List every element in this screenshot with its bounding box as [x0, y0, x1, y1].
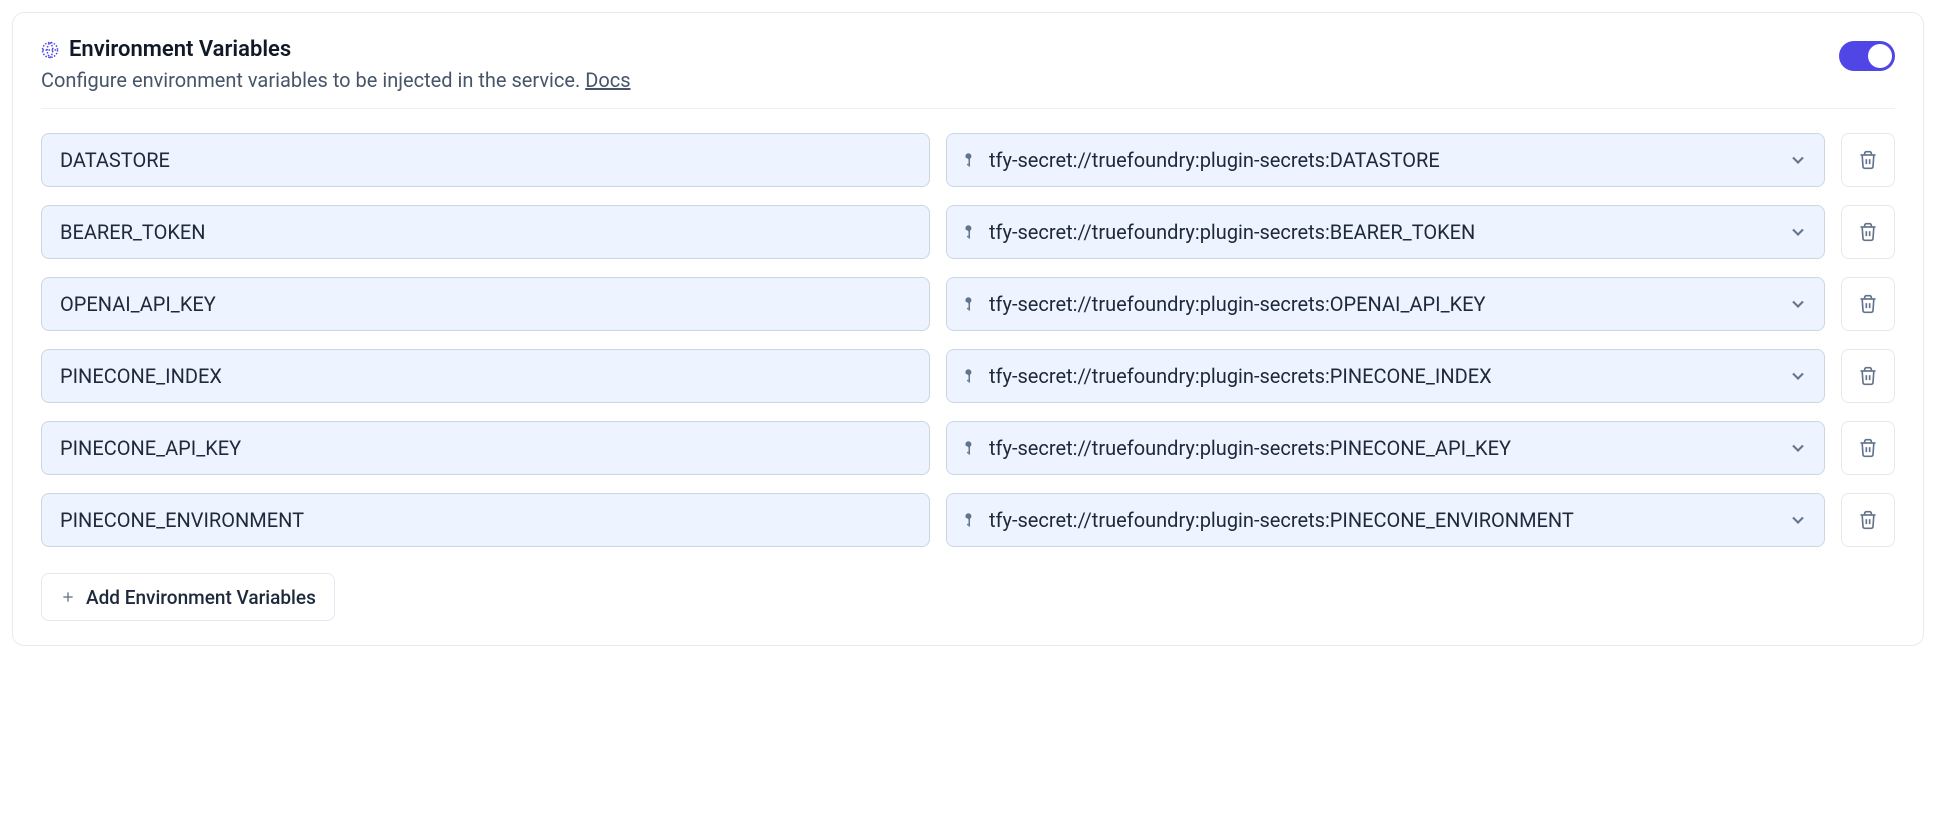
chevron-down-icon [1788, 366, 1808, 386]
env-row: tfy-secret://truefoundry:plugin-secrets:… [41, 349, 1895, 403]
subtitle-text: Configure environment variables to be in… [41, 68, 585, 92]
env-value-text: tfy-secret://truefoundry:plugin-secrets:… [989, 508, 1774, 532]
env-value-select[interactable]: tfy-secret://truefoundry:plugin-secrets:… [946, 205, 1825, 259]
env-value-select[interactable]: tfy-secret://truefoundry:plugin-secrets:… [946, 421, 1825, 475]
delete-row-button[interactable] [1841, 421, 1895, 475]
key-icon [961, 439, 979, 457]
env-value-text: tfy-secret://truefoundry:plugin-secrets:… [989, 148, 1774, 172]
dropdown-button[interactable] [1784, 146, 1812, 174]
chevron-down-icon [1788, 510, 1808, 530]
delete-row-button[interactable] [1841, 349, 1895, 403]
trash-icon [1858, 294, 1878, 314]
env-value-text: tfy-secret://truefoundry:plugin-secrets:… [989, 292, 1774, 316]
dropdown-button[interactable] [1784, 506, 1812, 534]
delete-row-button[interactable] [1841, 277, 1895, 331]
key-icon [961, 151, 979, 169]
key-icon [961, 511, 979, 529]
env-name-input[interactable] [41, 277, 930, 331]
trash-icon [1858, 366, 1878, 386]
env-value-select[interactable]: tfy-secret://truefoundry:plugin-secrets:… [946, 349, 1825, 403]
env-row: tfy-secret://truefoundry:plugin-secrets:… [41, 133, 1895, 187]
plus-icon [60, 589, 76, 605]
env-value-select[interactable]: tfy-secret://truefoundry:plugin-secrets:… [946, 133, 1825, 187]
docs-link[interactable]: Docs [585, 68, 630, 92]
env-name-input[interactable] [41, 493, 930, 547]
dropdown-button[interactable] [1784, 218, 1812, 246]
chevron-down-icon [1788, 150, 1808, 170]
env-name-input[interactable] [41, 205, 930, 259]
section-title: Environment Variables [69, 37, 291, 62]
add-button-label: Add Environment Variables [86, 586, 316, 609]
env-value-text: tfy-secret://truefoundry:plugin-secrets:… [989, 220, 1774, 244]
delete-row-button[interactable] [1841, 133, 1895, 187]
env-value-text: tfy-secret://truefoundry:plugin-secrets:… [989, 364, 1774, 388]
chevron-down-icon [1788, 294, 1808, 314]
env-name-input[interactable] [41, 421, 930, 475]
dropdown-button[interactable] [1784, 434, 1812, 462]
env-rows: tfy-secret://truefoundry:plugin-secrets:… [41, 133, 1895, 547]
dropdown-button[interactable] [1784, 290, 1812, 318]
delete-row-button[interactable] [1841, 493, 1895, 547]
trash-icon [1858, 222, 1878, 242]
trash-icon [1858, 150, 1878, 170]
chevron-down-icon [1788, 222, 1808, 242]
dropdown-button[interactable] [1784, 362, 1812, 390]
delete-row-button[interactable] [1841, 205, 1895, 259]
env-value-select[interactable]: tfy-secret://truefoundry:plugin-secrets:… [946, 277, 1825, 331]
env-row: tfy-secret://truefoundry:plugin-secrets:… [41, 421, 1895, 475]
add-env-var-button[interactable]: Add Environment Variables [41, 573, 335, 621]
env-value-select[interactable]: tfy-secret://truefoundry:plugin-secrets:… [946, 493, 1825, 547]
env-row: tfy-secret://truefoundry:plugin-secrets:… [41, 493, 1895, 547]
env-row: tfy-secret://truefoundry:plugin-secrets:… [41, 205, 1895, 259]
header-left: Environment Variables Configure environm… [41, 37, 631, 92]
trash-icon [1858, 438, 1878, 458]
title-line: Environment Variables [41, 37, 631, 62]
chevron-down-icon [1788, 438, 1808, 458]
card-header: Environment Variables Configure environm… [41, 37, 1895, 109]
section-subtitle: Configure environment variables to be in… [41, 68, 631, 92]
env-name-input[interactable] [41, 133, 930, 187]
trash-icon [1858, 510, 1878, 530]
key-icon [961, 223, 979, 241]
key-icon [961, 367, 979, 385]
toggle-knob [1868, 44, 1892, 68]
key-icon [961, 295, 979, 313]
env-name-input[interactable] [41, 349, 930, 403]
enable-toggle[interactable] [1839, 41, 1895, 71]
globe-icon [41, 41, 59, 59]
env-vars-card: Environment Variables Configure environm… [12, 12, 1924, 646]
env-row: tfy-secret://truefoundry:plugin-secrets:… [41, 277, 1895, 331]
env-value-text: tfy-secret://truefoundry:plugin-secrets:… [989, 436, 1774, 460]
